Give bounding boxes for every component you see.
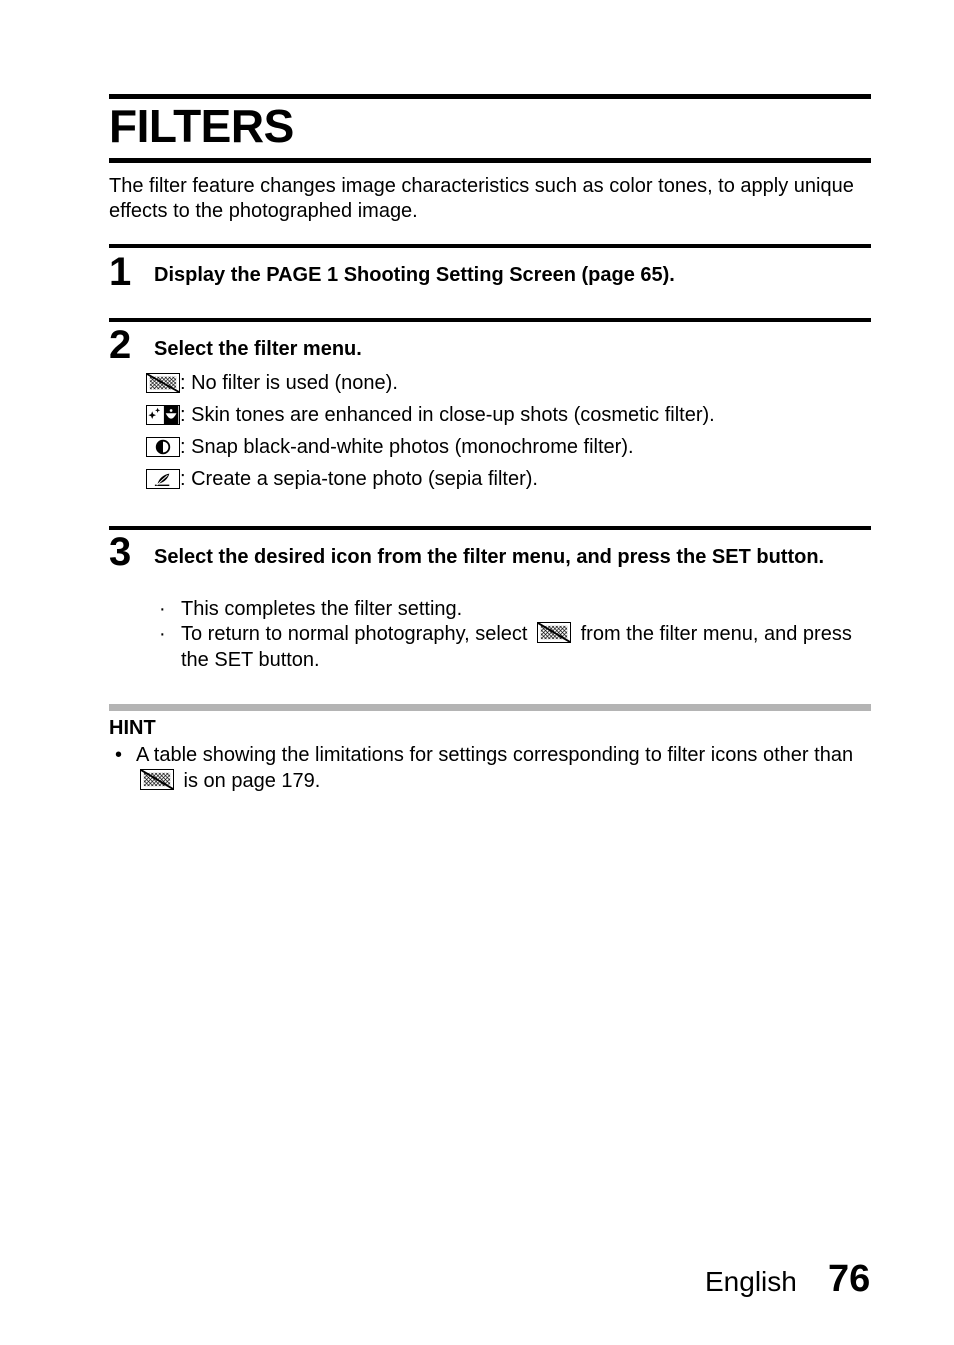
step-3-bullet-2-before: To return to normal photography, select — [181, 623, 534, 645]
hint-title: HINT — [109, 717, 156, 739]
step-3-bullet-2: · To return to normal photography, select… — [159, 621, 881, 673]
filter-option-none-text: : No filter is used (none). — [180, 372, 398, 394]
bullet-marker: · — [159, 623, 166, 645]
monochrome-filter-icon — [146, 437, 180, 457]
cosmetic-filter-icon — [146, 405, 180, 425]
filter-option-cosmetic-text: : Skin tones are enhanced in close-up sh… — [180, 404, 715, 426]
step-3-number: 3 — [109, 530, 132, 574]
hint-text-before: A table showing the limitations for sett… — [136, 744, 854, 766]
no-filter-icon — [146, 373, 180, 393]
step-2-rule — [109, 318, 871, 322]
bullet-marker: · — [159, 598, 166, 620]
filter-option-sepia: : Create a sepia-tone photo (sepia filte… — [146, 467, 538, 491]
hint-rule — [109, 704, 871, 711]
step-2-heading: Select the filter menu. — [154, 338, 362, 360]
sepia-filter-icon — [146, 469, 180, 489]
hint-bullet: • A table showing the limitations for set… — [115, 742, 876, 794]
title-bottom-rule — [109, 158, 871, 163]
filter-option-monochrome-text: : Snap black-and-white photos (monochrom… — [180, 436, 634, 458]
filter-option-sepia-text: : Create a sepia-tone photo (sepia filte… — [180, 468, 538, 490]
no-filter-icon — [537, 622, 572, 643]
no-filter-icon — [140, 769, 174, 790]
step-1-heading: Display the PAGE 1 Shooting Setting Scre… — [154, 264, 675, 286]
footer-page-number: 76 — [828, 1258, 871, 1300]
step-3-bullet-1: · This completes the filter setting. — [159, 596, 874, 622]
step-1-rule — [109, 244, 871, 248]
filter-option-monochrome: : Snap black-and-white photos (monochrom… — [146, 435, 634, 459]
step-1-number: 1 — [109, 250, 132, 294]
step-3-heading: Select the desired icon from the filter … — [154, 546, 825, 568]
step-3-bullet-1-text: This completes the filter setting. — [181, 598, 463, 620]
intro-paragraph: The filter feature changes image charact… — [109, 175, 854, 222]
footer-language: English — [705, 1266, 797, 1297]
filter-option-none: : No filter is used (none). — [146, 371, 398, 395]
filter-option-cosmetic: : Skin tones are enhanced in close-up sh… — [146, 403, 715, 427]
page-title: FILTERS — [109, 100, 294, 152]
step-3-rule — [109, 526, 871, 530]
title-top-rule — [109, 94, 871, 99]
hint-bullet-marker: • — [115, 744, 123, 766]
hint-text-after: is on page 179. — [178, 770, 321, 792]
step-2-number: 2 — [109, 323, 132, 367]
